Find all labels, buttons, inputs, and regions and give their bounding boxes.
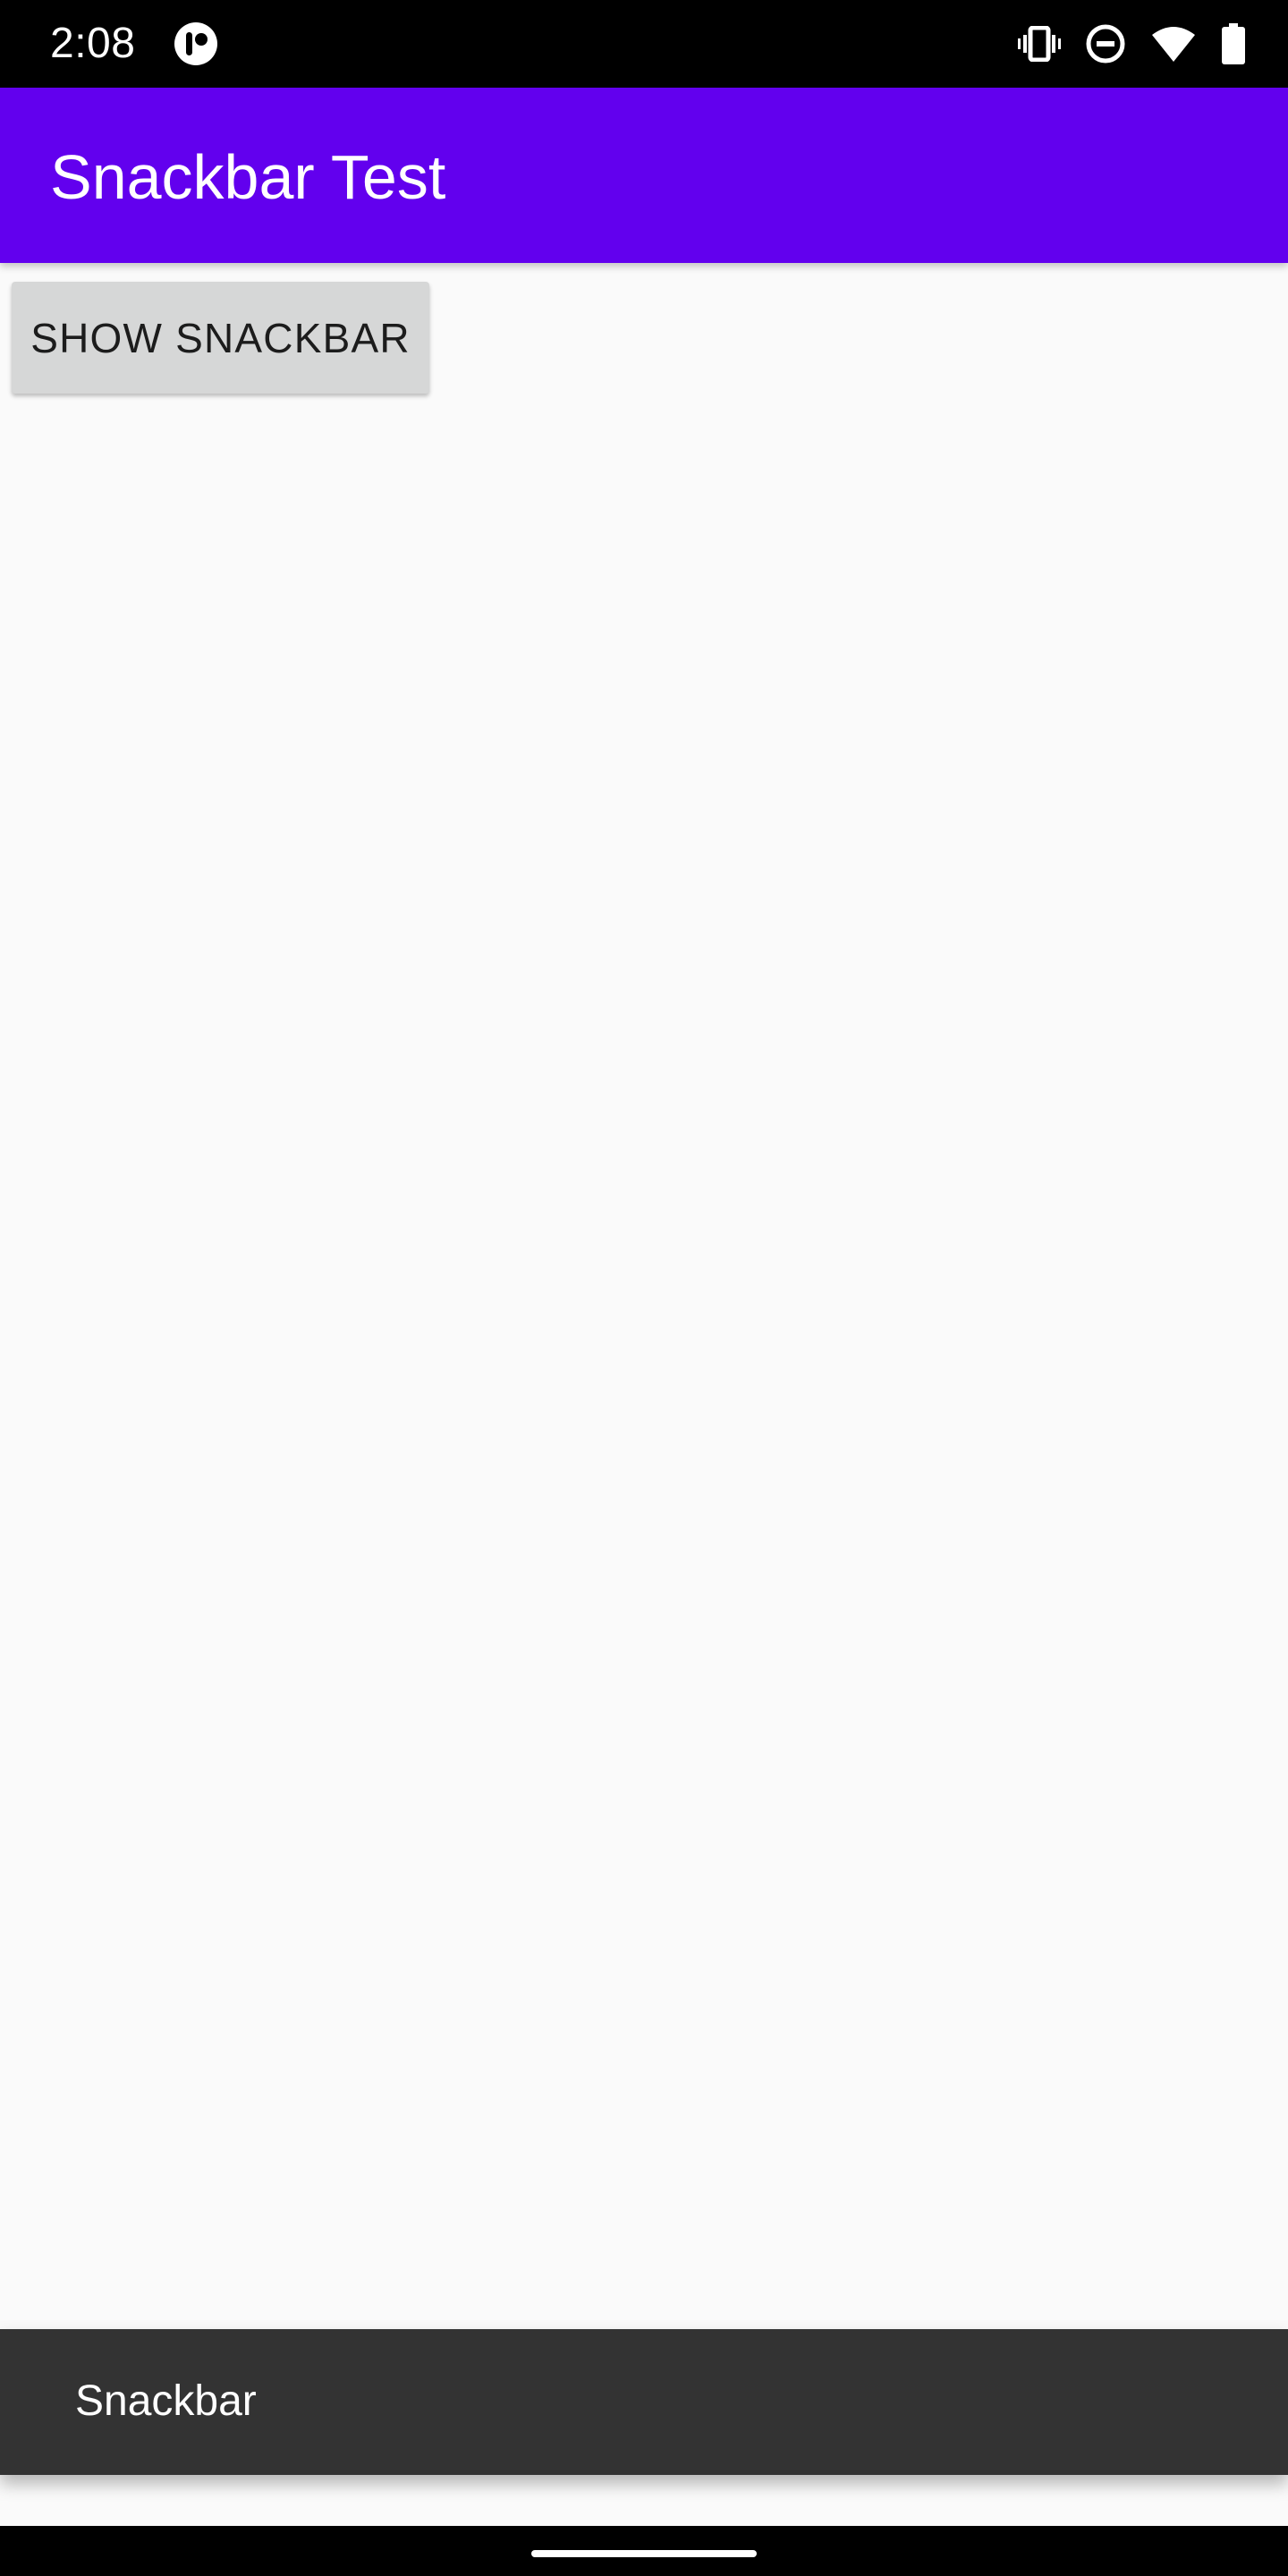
show-snackbar-button[interactable]: SHOW SNACKBAR [12, 282, 429, 394]
navigation-bar [0, 2526, 1288, 2576]
app-bar: Snackbar Test [0, 88, 1288, 263]
gesture-handle[interactable] [531, 2550, 757, 2557]
vibrate-icon [1018, 26, 1061, 62]
wifi-icon [1150, 26, 1197, 62]
do-not-disturb-icon [1086, 24, 1125, 64]
snackbar-message: Snackbar [75, 2377, 257, 2425]
app-title: Snackbar Test [50, 142, 446, 212]
status-time: 2:08 [50, 20, 136, 67]
snackbar: Snackbar [0, 2329, 1288, 2475]
status-icons [993, 20, 1245, 68]
status-bar: 2:08 [0, 0, 1288, 88]
battery-icon [1222, 23, 1245, 64]
app-notification-icon [174, 21, 218, 66]
